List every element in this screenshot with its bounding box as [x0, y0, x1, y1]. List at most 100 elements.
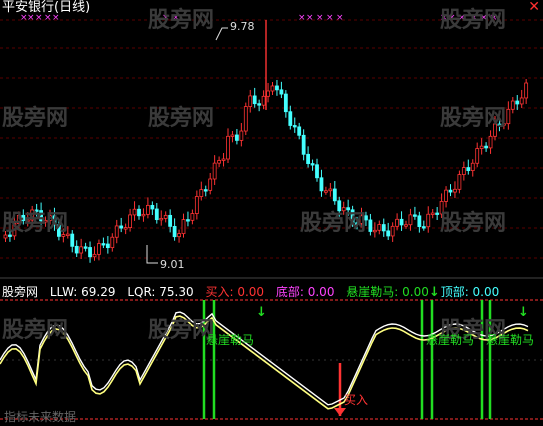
- candle-body: [426, 213, 431, 228]
- candle-body: [132, 208, 137, 216]
- candle-body: [83, 246, 88, 249]
- candle-body: [177, 233, 181, 238]
- candle-body: [461, 167, 466, 175]
- cliff-signal-label: 悬崖勒马: [486, 333, 535, 347]
- candle-body: [279, 89, 284, 95]
- candle-body: [448, 189, 453, 193]
- candle-body: [270, 85, 275, 92]
- candle-body: [110, 236, 115, 249]
- top-marker-icon: ×: [298, 13, 306, 23]
- candle-body: [145, 204, 150, 215]
- candle-body: [248, 95, 253, 107]
- watermark: 股旁网: [148, 106, 215, 131]
- candle-body: [301, 134, 306, 155]
- top-marker-icon: ×: [306, 13, 314, 23]
- candle-body: [399, 218, 404, 226]
- watermark: 股旁网: [2, 106, 69, 131]
- high-price-label: 9.78: [230, 20, 255, 33]
- candle-body: [421, 226, 426, 229]
- candle-body: [297, 126, 302, 136]
- candle-body: [395, 218, 400, 227]
- candle-body: [74, 245, 79, 254]
- candle-body: [163, 214, 168, 219]
- candle-body: [484, 145, 489, 149]
- candle-body: [479, 145, 484, 149]
- low-leader: [146, 245, 158, 264]
- low-price-label: 9.01: [160, 258, 185, 271]
- cliff-arrow-icon: ↓: [518, 305, 529, 320]
- candle-body: [404, 224, 408, 227]
- buy-arrow-icon: [334, 408, 346, 416]
- candle-body: [377, 224, 382, 231]
- cliff-signal-label: 悬崖勒马: [206, 333, 255, 347]
- candle-body: [123, 227, 128, 230]
- buy-value: 买入: 0.00: [205, 285, 265, 299]
- candle-body: [332, 188, 337, 202]
- candle-body: [79, 246, 84, 254]
- candle-body: [181, 219, 186, 235]
- candle-body: [190, 213, 195, 221]
- disclaimer-note: 指标未来数据: [4, 410, 77, 424]
- candle-body: [119, 225, 124, 229]
- top-marker-icon: ×: [336, 13, 344, 23]
- candle-body: [323, 190, 328, 193]
- candle-body: [141, 213, 146, 217]
- indicator-name: 股旁网: [2, 285, 39, 299]
- candle-body: [261, 95, 266, 106]
- candle-body: [172, 225, 177, 238]
- candle-body: [288, 111, 293, 126]
- candle-body: [88, 247, 92, 258]
- candle-body: [159, 217, 164, 221]
- watermark: 股旁网: [148, 8, 215, 33]
- top-value: 顶部: 0.00: [440, 285, 500, 299]
- candle-body: [515, 100, 520, 105]
- candle-body: [101, 243, 106, 246]
- candle-body: [230, 134, 235, 137]
- candle-body: [186, 219, 190, 222]
- buy-signal-label: 买入: [344, 393, 369, 407]
- candle-body: [475, 148, 480, 164]
- candle-body: [510, 100, 515, 110]
- candle-body: [319, 177, 324, 192]
- candle-body: [390, 225, 395, 237]
- watermark: 股旁网: [300, 211, 367, 236]
- watermark: 股旁网: [2, 211, 69, 236]
- cliff-arrow-icon: ↓: [256, 305, 267, 320]
- candle-body: [470, 162, 475, 171]
- candle-body: [128, 214, 133, 228]
- candle-body: [283, 93, 288, 113]
- llw-value: LLW: 69.29: [49, 285, 116, 299]
- top-marker-icon: ×: [326, 13, 334, 23]
- cliff-signal-label: 悬崖勒马: [426, 333, 475, 347]
- watermark: 股旁网: [2, 318, 69, 343]
- candle-body: [328, 188, 333, 192]
- candle-body: [417, 215, 422, 228]
- watermark: 股旁网: [440, 211, 507, 236]
- watermark: 股旁网: [440, 8, 507, 33]
- top-marker-icon: ×: [316, 13, 324, 23]
- candle-body: [194, 196, 199, 214]
- candle-body: [266, 90, 270, 97]
- close-icon[interactable]: ✕: [528, 0, 540, 14]
- candle-body: [412, 214, 417, 217]
- candle-body: [92, 253, 97, 258]
- candle-body: [310, 163, 315, 166]
- bottom-value: 底部: 0.00: [275, 285, 335, 299]
- candle-body: [381, 224, 386, 232]
- high-leader: [215, 27, 228, 41]
- candle-body: [306, 153, 311, 164]
- candle-body: [150, 204, 155, 210]
- candle-body: [408, 214, 413, 226]
- candle-body: [386, 230, 391, 237]
- candle-body: [435, 212, 440, 215]
- candle-body: [372, 229, 377, 233]
- candle-body: [368, 219, 373, 232]
- indicator-legend: 股旁网 LLW: 69.29 LQR: 75.30 买入: 0.00 底部: 0…: [2, 283, 507, 299]
- candle-body: [488, 135, 493, 149]
- candle-body: [114, 225, 119, 238]
- candle-body: [457, 174, 462, 190]
- candle-body: [506, 108, 511, 125]
- candle-body: [203, 189, 208, 192]
- lqr-value: LQR: 75.30: [127, 285, 194, 299]
- cliff-value: 悬崖勒马: 0.00: [346, 285, 429, 299]
